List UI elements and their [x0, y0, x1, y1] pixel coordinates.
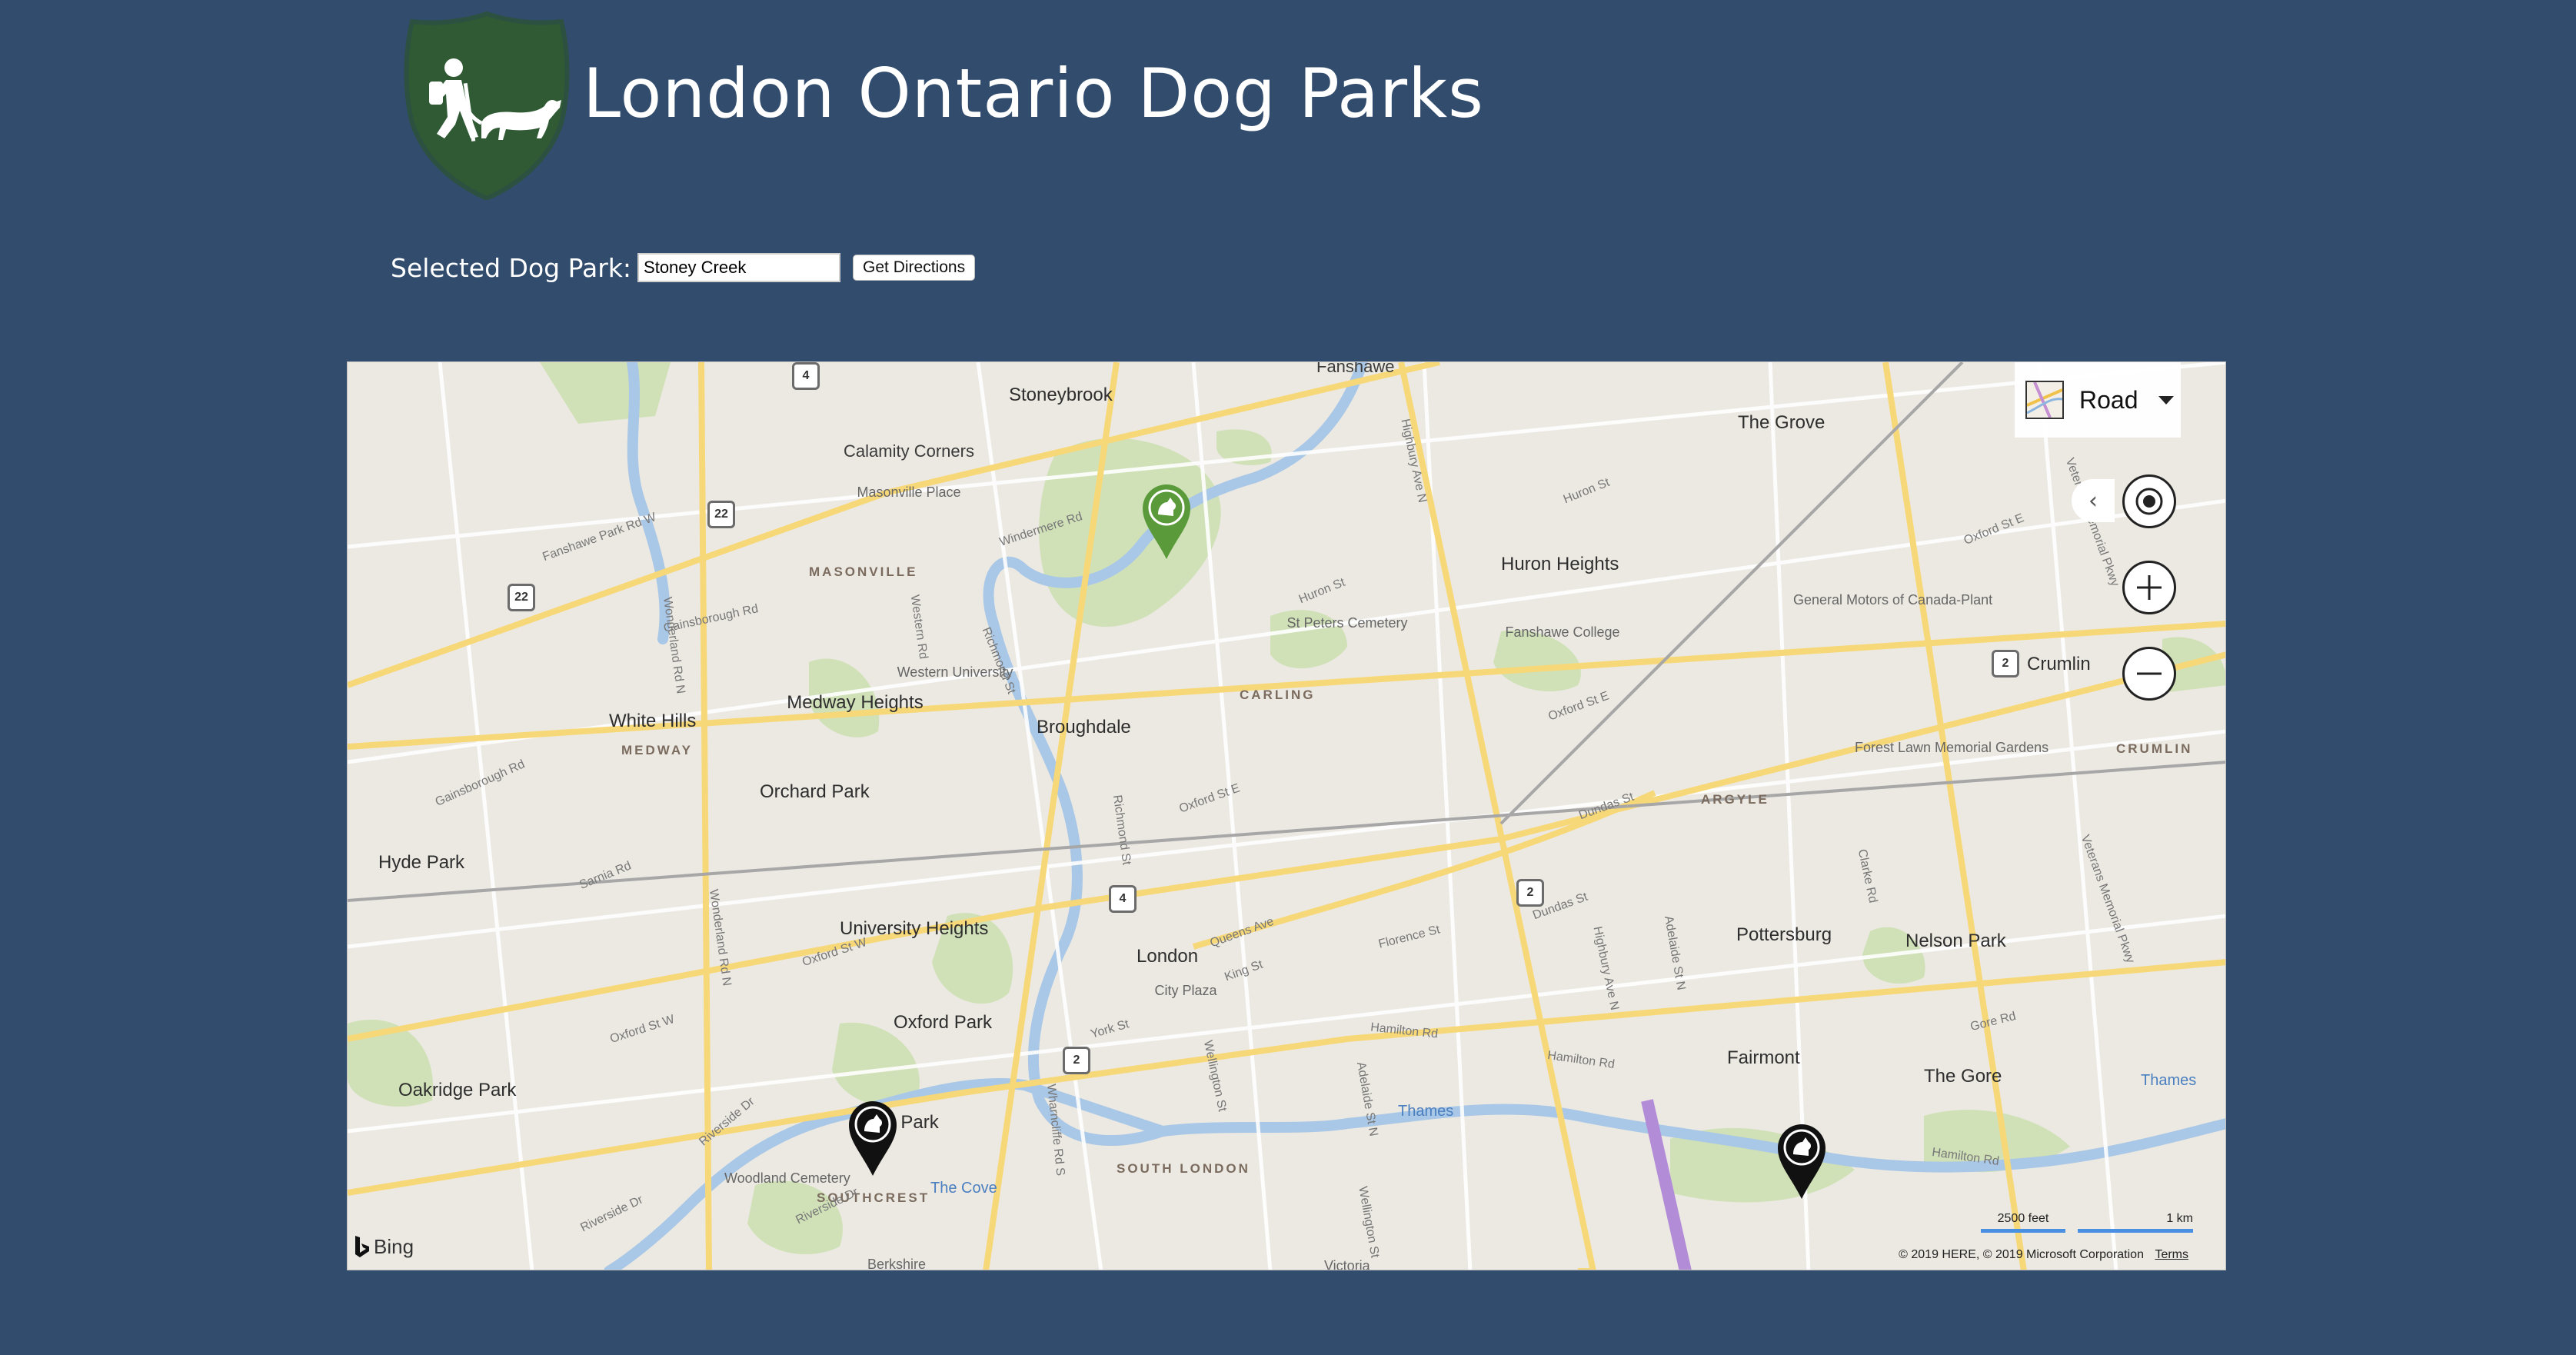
dog-map-pin-icon — [1143, 484, 1190, 559]
map-label: The Gore — [1924, 1066, 2002, 1087]
chevron-down-icon — [2158, 395, 2174, 405]
map-style-dropdown[interactable]: Road — [2015, 362, 2181, 438]
map-label: City Plaza — [1154, 983, 1217, 998]
plus-icon — [2137, 575, 2162, 600]
copyright-text: © 2019 HERE, © 2019 Microsoft Corporatio… — [1899, 1248, 2144, 1261]
scale-metric: 1 km — [2078, 1212, 2193, 1233]
map-label: Oxford Park — [894, 1012, 993, 1033]
zoom-in-button[interactable] — [2122, 561, 2176, 614]
scale-bar — [1981, 1229, 2065, 1233]
map-view[interactable]: Fanshawe Stoneybrook Calamity Corners Ma… — [347, 361, 2226, 1270]
map-label: Broughdale — [1037, 717, 1131, 737]
dog-park-pin[interactable] — [1775, 1122, 1829, 1200]
dog-map-pin-icon — [849, 1101, 897, 1176]
highway-shield: 2 — [1063, 1047, 1090, 1074]
selected-park-input[interactable] — [637, 253, 841, 282]
map-label: The Cove — [930, 1180, 997, 1197]
locate-me-button[interactable] — [2122, 474, 2176, 528]
park-selector-row: Selected Dog Park: Get Directions — [391, 251, 976, 285]
highway-shield: 4 — [792, 362, 820, 390]
map-label: CRUMLIN — [2116, 741, 2193, 756]
scale-imperial: 2500 feet — [1981, 1212, 2065, 1233]
map-label: Woodland Cemetery — [724, 1170, 850, 1186]
page-title: London Ontario Dog Parks — [583, 54, 1484, 133]
map-copyright: © 2019 HERE, © 2019 Microsoft Corporatio… — [1899, 1248, 2188, 1262]
terms-link[interactable]: Terms — [2155, 1248, 2188, 1261]
map-label: Huron Heights — [1501, 554, 1619, 574]
get-directions-button[interactable]: Get Directions — [853, 255, 976, 281]
chevron-left-icon: ‹ — [2088, 487, 2098, 514]
highway-shield: 4 — [1109, 885, 1137, 913]
locate-target-icon — [2135, 488, 2163, 515]
hiker-and-dog-shield-icon — [404, 11, 570, 201]
highway-shield: 2 — [1992, 650, 2019, 678]
map-label: Oakridge Park — [398, 1080, 517, 1100]
map-style-label: Road — [2079, 385, 2138, 414]
map-label: London — [1137, 946, 1199, 967]
map-label: Calamity Corners — [844, 441, 974, 461]
map-label: Stoneybrook — [1009, 385, 1113, 405]
map-label: MEDWAY — [621, 743, 693, 757]
map-label: Fairmont — [1727, 1047, 1800, 1068]
map-label: CARLING — [1240, 687, 1316, 702]
map-label: Thames — [2141, 1072, 2197, 1089]
highway-shield: 22 — [707, 501, 735, 528]
highway-shield: 22 — [508, 584, 535, 611]
map-base-layer — [348, 362, 2225, 1270]
site-logo — [391, 8, 583, 201]
map-label: General Motors of Canada-Plant — [1793, 592, 1993, 608]
map-label: ARGYLE — [1701, 792, 1769, 807]
map-label: MASONVILLE — [809, 564, 918, 579]
map-label: Victoria — [1324, 1258, 1370, 1270]
road-map-thumb-icon — [2025, 381, 2064, 419]
bing-logo[interactable]: Bing — [354, 1235, 414, 1259]
dog-map-pin-icon — [1778, 1124, 1825, 1199]
map-label: The Grove — [1738, 412, 1825, 433]
map-label: Forest Lawn Memorial Gardens — [1855, 740, 2049, 755]
minus-icon — [2137, 672, 2162, 675]
scale-metric-label: 1 km — [2166, 1212, 2193, 1225]
bing-label: Bing — [374, 1235, 414, 1258]
map-label: Orchard Park — [760, 781, 870, 802]
map-label: Masonville Place — [857, 484, 961, 500]
map-label: White Hills — [609, 711, 697, 731]
dog-park-pin[interactable] — [846, 1099, 900, 1177]
collapse-controls-button[interactable]: ‹ — [2072, 479, 2115, 522]
bing-icon — [355, 1235, 369, 1257]
selected-dog-park-pin[interactable] — [1140, 482, 1193, 561]
map-label: Berkshire — [867, 1257, 927, 1270]
map-label: Thames — [1398, 1103, 1454, 1120]
map-label: SOUTH LONDON — [1117, 1161, 1250, 1176]
scale-imperial-label: 2500 feet — [1997, 1212, 2049, 1225]
map-label: Nelson Park — [1905, 931, 2006, 951]
map-label: St Peters Cemetery — [1286, 615, 1408, 631]
zoom-out-button[interactable] — [2122, 647, 2176, 701]
map-label: Medway Heights — [787, 692, 924, 713]
map-label: Crumlin — [2027, 654, 2091, 674]
map-label: Fanshawe College — [1505, 624, 1620, 640]
map-label: Fanshawe — [1316, 361, 1395, 376]
selected-park-label: Selected Dog Park: — [391, 252, 632, 283]
scale-bar — [2078, 1229, 2193, 1233]
highway-shield: 2 — [1516, 879, 1544, 907]
map-label: Hyde Park — [378, 852, 465, 873]
map-label: Pottersburg — [1736, 924, 1832, 945]
map-label: University Heights — [840, 918, 989, 939]
